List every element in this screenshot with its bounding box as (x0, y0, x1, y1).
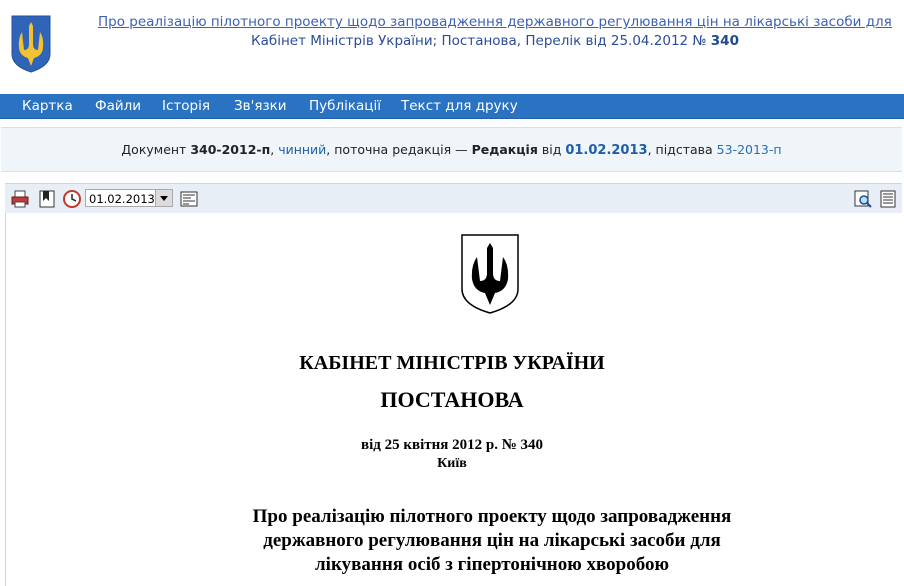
doc-label: Документ (121, 142, 187, 157)
nav-files[interactable]: Файли (95, 94, 141, 118)
print-icon[interactable] (10, 189, 30, 209)
ukraine-coat-of-arms-logo[interactable] (10, 14, 52, 74)
document-title-link[interactable]: Про реалізацію пілотного проекту щодо за… (98, 14, 892, 30)
document-city: Київ (437, 456, 467, 471)
doc-status: чинний (278, 142, 327, 157)
search-in-text-icon[interactable] (853, 189, 873, 209)
basis-label: підстава (655, 142, 713, 157)
main-navbar: Картка Файли Історія Зв'язки Публікації … (0, 94, 904, 119)
document-type-heading: ПОСТАНОВА (380, 387, 524, 412)
chevron-down-icon[interactable] (155, 190, 172, 206)
nav-links[interactable]: Зв'язки (234, 94, 287, 118)
document-title-line: державного регулювання цін на лікарські … (263, 530, 721, 551)
document-title-line: лікування осіб з гіпертонічною хворобою (315, 554, 669, 575)
contents-icon[interactable] (878, 189, 898, 209)
document-date-line: від 25 квітня 2012 р. № 340 (360, 437, 544, 453)
coat-of-arms-icon (461, 234, 519, 314)
current-edition-label: поточна редакція — (334, 142, 468, 157)
history-clock-icon[interactable] (62, 189, 82, 209)
edition-date-select[interactable]: 01.02.2013 (85, 189, 173, 207)
document-title-line: Про реалізацію пілотного проекту щодо за… (252, 506, 732, 527)
document-subtitle: Кабінет Міністрів України; Постанова, Пе… (98, 33, 892, 49)
edition-date-value: 01.02.2013 (89, 192, 155, 206)
bookmark-icon[interactable] (37, 189, 57, 209)
site-header: Про реалізацію пілотного проекту щодо за… (0, 0, 904, 94)
edition-date: 01.02.2013 (565, 143, 648, 158)
document-info-bar: Документ 340-2012-п, чинний, поточна ред… (1, 127, 902, 172)
from-label: від (541, 142, 562, 157)
nav-card[interactable]: Картка (22, 94, 73, 118)
nav-publications[interactable]: Публікації (309, 94, 381, 118)
issuer-heading: КАБІНЕТ МІНІСТРІВ УКРАЇНИ (299, 352, 605, 374)
basis-link[interactable]: 53-2013-п (717, 142, 782, 157)
document-title: Про реалізацію пілотного проекту щодо за… (0, 505, 904, 577)
compare-icon[interactable] (179, 189, 199, 209)
doc-id: 340-2012-п (190, 142, 271, 157)
document-number: 340 (710, 33, 739, 49)
nav-print-text[interactable]: Текст для друку (401, 94, 518, 118)
nav-history[interactable]: Історія (162, 94, 210, 118)
subtitle-text: Кабінет Міністрів України; Постанова, Пе… (251, 33, 711, 49)
edition-label: Редакція (471, 142, 538, 157)
document-toolbar: 01.02.2013 (5, 183, 902, 214)
